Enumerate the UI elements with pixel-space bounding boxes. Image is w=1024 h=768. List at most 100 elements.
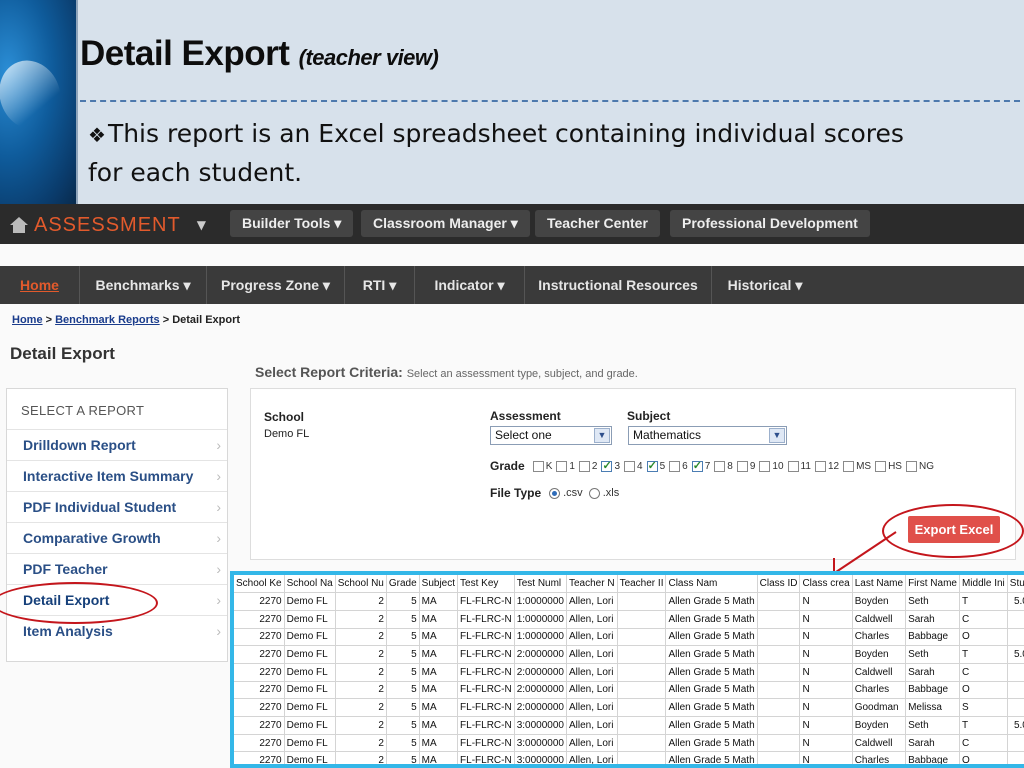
column-header[interactable]: Teacher N <box>566 575 618 594</box>
table-cell[interactable] <box>757 592 801 611</box>
table-cell[interactable]: T <box>959 716 1008 735</box>
grade-checkbox[interactable]: 12 <box>814 460 839 472</box>
table-cell[interactable]: Demo FL <box>284 663 336 682</box>
table-cell[interactable]: 5 <box>386 610 420 629</box>
table-cell[interactable]: FL-FLRC-N <box>457 681 515 700</box>
table-cell[interactable]: Charles <box>852 751 907 764</box>
table-cell[interactable]: MA <box>419 716 459 735</box>
table-cell[interactable]: Melissa <box>905 698 960 717</box>
table-cell[interactable]: Demo FL <box>284 610 336 629</box>
table-cell[interactable]: Allen, Lori <box>566 734 618 753</box>
table-cell[interactable]: T <box>959 645 1008 664</box>
column-header[interactable]: First Name <box>905 575 960 594</box>
table-cell[interactable]: Demo FL <box>284 716 336 735</box>
table-cell[interactable]: 3:0000000 <box>514 716 567 735</box>
teacher-center-button[interactable]: Teacher Center <box>535 210 660 237</box>
table-cell[interactable]: Allen, Lori <box>566 610 618 629</box>
table-cell[interactable]: 1:0000000 <box>514 592 567 611</box>
table-cell[interactable] <box>757 751 801 764</box>
table-cell[interactable]: 2270 <box>234 751 285 764</box>
table-cell[interactable]: Charles <box>852 628 907 647</box>
table-cell[interactable]: 2270 <box>234 734 285 753</box>
table-cell[interactable]: FL-FLRC-N <box>457 698 515 717</box>
table-cell[interactable]: N <box>799 698 853 717</box>
table-cell[interactable]: Allen Grade 5 Math <box>665 751 758 764</box>
table-cell[interactable] <box>617 663 667 682</box>
classroom-manager-button[interactable]: Classroom Manager ▾ <box>361 210 530 237</box>
table-cell[interactable]: Allen Grade 5 Math <box>665 734 758 753</box>
table-cell[interactable]: 2270 <box>234 681 285 700</box>
nav-progress-zone[interactable]: Progress Zone ▾ <box>207 266 345 304</box>
table-cell[interactable]: MA <box>419 663 459 682</box>
table-cell[interactable]: 5.01E+08 <box>1007 716 1024 735</box>
table-cell[interactable]: 1:0000000 <box>514 628 567 647</box>
table-cell[interactable] <box>617 698 667 717</box>
sidebar-item-interactive-item-summary[interactable]: Interactive Item Summary › <box>7 460 227 491</box>
table-cell[interactable]: 2 <box>335 663 387 682</box>
table-cell[interactable]: Allen, Lori <box>566 716 618 735</box>
table-cell[interactable]: Demo FL <box>284 681 336 700</box>
table-cell[interactable]: FL-FLRC-N <box>457 663 515 682</box>
table-cell[interactable]: Allen Grade 5 Math <box>665 645 758 664</box>
table-cell[interactable]: 2 <box>335 610 387 629</box>
table-cell[interactable]: S <box>959 698 1008 717</box>
table-cell[interactable]: Caldwell <box>852 663 907 682</box>
table-cell[interactable]: N <box>799 681 853 700</box>
grade-checkbox[interactable]: 2 <box>578 460 597 472</box>
table-cell[interactable]: 3:0000000 <box>514 751 567 764</box>
table-cell[interactable]: 5 <box>386 645 420 664</box>
column-header[interactable]: Teacher II <box>617 575 667 594</box>
table-cell[interactable]: 5E+08 <box>1007 751 1024 764</box>
table-cell[interactable]: Allen Grade 5 Math <box>665 592 758 611</box>
table-cell[interactable]: C <box>959 663 1008 682</box>
table-cell[interactable]: 2 <box>335 645 387 664</box>
brand-menu[interactable]: ASSESSMENT ▼ <box>10 212 206 238</box>
table-cell[interactable]: 5.01E+08 <box>1007 645 1024 664</box>
table-cell[interactable]: Demo FL <box>284 734 336 753</box>
table-cell[interactable]: Demo FL <box>284 592 336 611</box>
table-cell[interactable]: FL-FLRC-N <box>457 716 515 735</box>
column-header[interactable]: Last Name <box>852 575 907 594</box>
table-cell[interactable] <box>617 592 667 611</box>
grade-checkbox[interactable]: 6 <box>669 460 688 472</box>
table-cell[interactable]: 2270 <box>234 628 285 647</box>
table-cell[interactable]: Goodman <box>852 698 907 717</box>
table-cell[interactable]: 2 <box>335 592 387 611</box>
sidebar-item-pdf-individual-student[interactable]: PDF Individual Student › <box>7 491 227 522</box>
table-cell[interactable]: 2 <box>335 698 387 717</box>
sidebar-item-comparative-growth[interactable]: Comparative Growth › <box>7 522 227 553</box>
assessment-select[interactable]: Select one ▼ <box>490 426 612 445</box>
table-cell[interactable]: 5 <box>386 751 420 764</box>
table-cell[interactable]: 2:0000000 <box>514 663 567 682</box>
table-cell[interactable]: MA <box>419 645 459 664</box>
table-cell[interactable] <box>617 681 667 700</box>
column-header[interactable]: Grade <box>386 575 420 594</box>
table-cell[interactable]: N <box>799 592 853 611</box>
grade-checkbox[interactable]: K <box>532 460 552 472</box>
grade-checkbox[interactable]: 1 <box>556 460 575 472</box>
table-cell[interactable]: Boyden <box>852 716 907 735</box>
table-cell[interactable]: FL-FLRC-N <box>457 610 515 629</box>
table-cell[interactable]: 5 <box>386 716 420 735</box>
column-header[interactable]: Class crea <box>799 575 853 594</box>
table-cell[interactable]: 2 <box>335 716 387 735</box>
table-cell[interactable]: N <box>799 716 853 735</box>
grade-checkbox[interactable]: MS <box>843 460 871 472</box>
table-cell[interactable]: Seth <box>905 645 960 664</box>
breadcrumb-home[interactable]: Home <box>12 314 43 326</box>
table-cell[interactable]: Allen, Lori <box>566 645 618 664</box>
table-cell[interactable] <box>757 610 801 629</box>
table-cell[interactable] <box>757 628 801 647</box>
table-cell[interactable]: 2270 <box>234 645 285 664</box>
table-cell[interactable]: Allen, Lori <box>566 663 618 682</box>
table-cell[interactable]: MA <box>419 592 459 611</box>
table-cell[interactable] <box>757 645 801 664</box>
table-cell[interactable] <box>617 734 667 753</box>
table-cell[interactable]: FL-FLRC-N <box>457 751 515 764</box>
grade-checkbox[interactable]: 10 <box>759 460 784 472</box>
table-cell[interactable]: Allen Grade 5 Math <box>665 628 758 647</box>
table-cell[interactable]: Allen Grade 5 Math <box>665 610 758 629</box>
sidebar-item-drilldown-report[interactable]: Drilldown Report › <box>7 429 227 460</box>
table-cell[interactable]: 2270 <box>234 592 285 611</box>
table-cell[interactable]: N <box>799 734 853 753</box>
